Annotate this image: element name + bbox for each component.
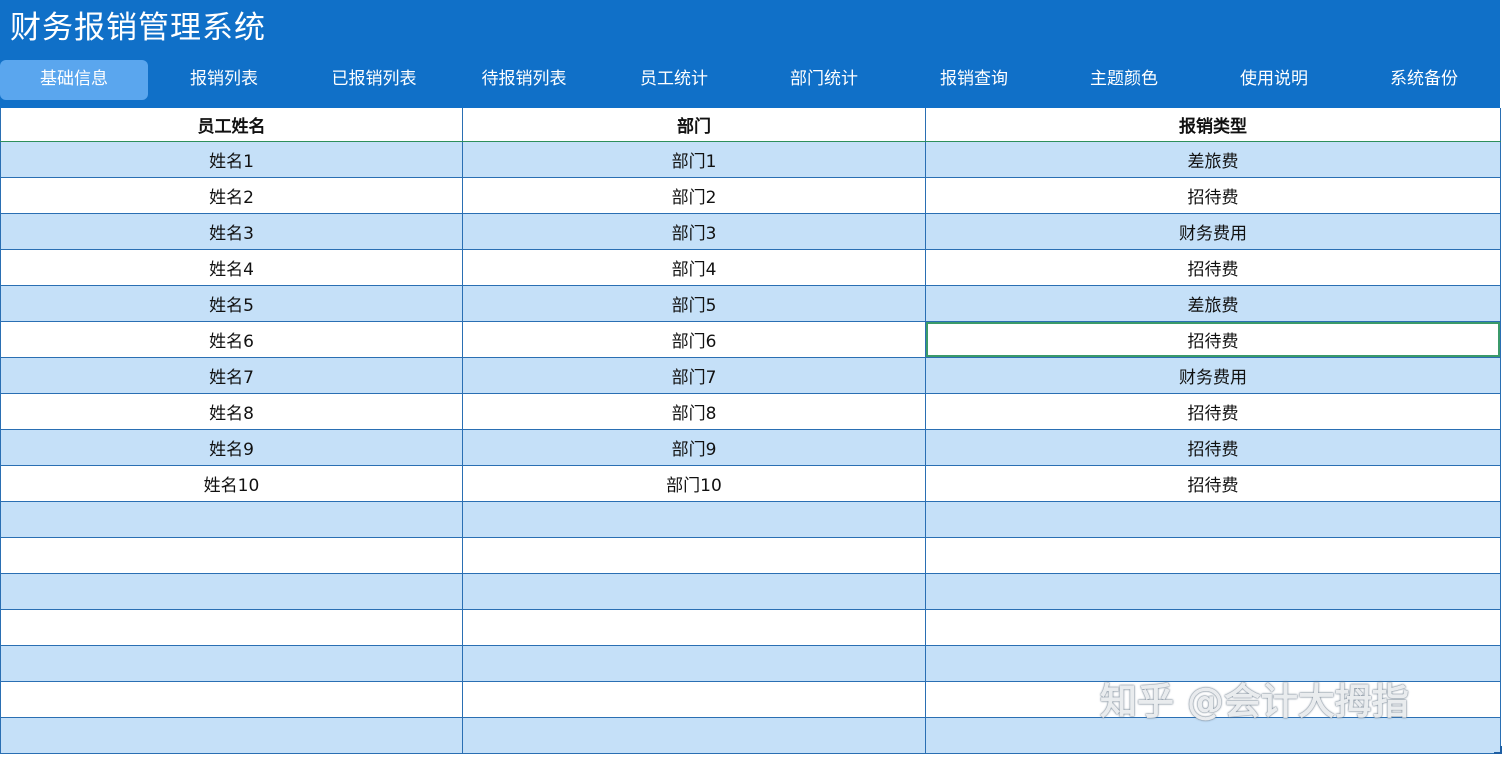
tab-pending-list[interactable]: 待报销列表 [450, 60, 598, 100]
table-row: 姓名7 部门7 财务费用 [0, 357, 1501, 394]
employee-name-cell[interactable]: 姓名3 [0, 213, 463, 250]
department-cell[interactable]: 部门10 [462, 465, 926, 502]
app-header: 财务报销管理系统 基础信息 报销列表 已报销列表 待报销列表 员工统计 部门统计… [0, 0, 1500, 108]
department-cell[interactable]: 部门5 [462, 285, 926, 322]
table-row: 姓名4 部门4 招待费 [0, 249, 1501, 286]
table-row: 姓名10 部门10 招待费 [0, 465, 1501, 502]
resize-handle[interactable] [1494, 746, 1502, 754]
table-row [0, 609, 1501, 646]
tab-department-stats[interactable]: 部门统计 [750, 60, 898, 100]
reimbursement-type-cell[interactable]: 招待费 [925, 321, 1501, 358]
employee-name-cell[interactable] [0, 609, 463, 646]
department-cell[interactable] [462, 573, 926, 610]
tab-basic-info[interactable]: 基础信息 [0, 60, 148, 100]
reimbursement-type-cell[interactable]: 财务费用 [925, 213, 1501, 250]
table-row: 姓名9 部门9 招待费 [0, 429, 1501, 466]
table-row: 姓名2 部门2 招待费 [0, 177, 1501, 214]
basic-info-table: 员工姓名 部门 报销类型 姓名1 部门1 差旅费 姓名2 部门2 招待费 姓名3 部门3 财务费… [0, 108, 1501, 754]
department-cell[interactable]: 部门1 [462, 141, 926, 178]
employee-name-cell[interactable]: 姓名6 [0, 321, 463, 358]
department-cell[interactable]: 部门3 [462, 213, 926, 250]
employee-name-cell[interactable]: 姓名10 [0, 465, 463, 502]
department-cell[interactable]: 部门2 [462, 177, 926, 214]
reimbursement-type-cell[interactable]: 差旅费 [925, 141, 1501, 178]
employee-name-cell[interactable] [0, 573, 463, 610]
department-cell[interactable]: 部门7 [462, 357, 926, 394]
reimbursement-type-cell[interactable] [925, 609, 1501, 646]
table-row [0, 501, 1501, 538]
table-row: 姓名5 部门5 差旅费 [0, 285, 1501, 322]
reimbursement-type-cell[interactable]: 招待费 [925, 465, 1501, 502]
table-row [0, 573, 1501, 610]
employee-name-cell[interactable]: 姓名9 [0, 429, 463, 466]
department-cell[interactable] [462, 717, 926, 754]
employee-name-cell[interactable] [0, 501, 463, 538]
employee-name-cell[interactable]: 姓名5 [0, 285, 463, 322]
header-employee-name[interactable]: 员工姓名 [0, 108, 463, 142]
department-cell[interactable] [462, 645, 926, 682]
tab-instructions[interactable]: 使用说明 [1200, 60, 1348, 100]
nav-tabs: 基础信息 报销列表 已报销列表 待报销列表 员工统计 部门统计 报销查询 主题颜… [0, 60, 1500, 100]
table-row: 姓名6 部门6 招待费 [0, 321, 1501, 358]
employee-name-cell[interactable] [0, 717, 463, 754]
department-cell[interactable] [462, 609, 926, 646]
reimbursement-type-cell[interactable]: 招待费 [925, 249, 1501, 286]
table-row [0, 537, 1501, 574]
reimbursement-type-cell[interactable] [925, 501, 1501, 538]
table-row: 姓名1 部门1 差旅费 [0, 141, 1501, 178]
reimbursement-type-cell[interactable]: 招待费 [925, 429, 1501, 466]
tab-theme-color[interactable]: 主题颜色 [1050, 60, 1198, 100]
tab-reimbursement-list[interactable]: 报销列表 [150, 60, 298, 100]
employee-name-cell[interactable]: 姓名8 [0, 393, 463, 430]
reimbursement-type-cell[interactable]: 招待费 [925, 393, 1501, 430]
reimbursement-type-cell[interactable] [925, 573, 1501, 610]
employee-name-cell[interactable]: 姓名2 [0, 177, 463, 214]
employee-name-cell[interactable] [0, 681, 463, 718]
employee-name-cell[interactable]: 姓名4 [0, 249, 463, 286]
reimbursement-type-cell[interactable] [925, 537, 1501, 574]
app-title: 财务报销管理系统 [10, 10, 266, 46]
tab-system-backup[interactable]: 系统备份 [1350, 60, 1498, 100]
tab-reimbursed-list[interactable]: 已报销列表 [300, 60, 448, 100]
reimbursement-type-cell[interactable]: 差旅费 [925, 285, 1501, 322]
department-cell[interactable] [462, 681, 926, 718]
table-row: 姓名3 部门3 财务费用 [0, 213, 1501, 250]
department-cell[interactable]: 部门4 [462, 249, 926, 286]
employee-name-cell[interactable] [0, 537, 463, 574]
employee-name-cell[interactable] [0, 645, 463, 682]
department-cell[interactable]: 部门9 [462, 429, 926, 466]
header-reimbursement-type[interactable]: 报销类型 [925, 108, 1501, 142]
employee-name-cell[interactable]: 姓名7 [0, 357, 463, 394]
reimbursement-type-cell[interactable]: 招待费 [925, 177, 1501, 214]
department-cell[interactable] [462, 501, 926, 538]
department-cell[interactable]: 部门8 [462, 393, 926, 430]
header-department[interactable]: 部门 [462, 108, 926, 142]
tab-employee-stats[interactable]: 员工统计 [600, 60, 748, 100]
tab-reimbursement-query[interactable]: 报销查询 [900, 60, 1048, 100]
department-cell[interactable]: 部门6 [462, 321, 926, 358]
employee-name-cell[interactable]: 姓名1 [0, 141, 463, 178]
department-cell[interactable] [462, 537, 926, 574]
watermark: 知乎 @会计大拇指 [1100, 680, 1409, 723]
table-row: 姓名8 部门8 招待费 [0, 393, 1501, 430]
table-header-row: 员工姓名 部门 报销类型 [0, 108, 1501, 142]
table-body: 姓名1 部门1 差旅费 姓名2 部门2 招待费 姓名3 部门3 财务费用 姓名4 部门4 招待费 姓名5… [0, 141, 1501, 754]
reimbursement-type-cell[interactable]: 财务费用 [925, 357, 1501, 394]
